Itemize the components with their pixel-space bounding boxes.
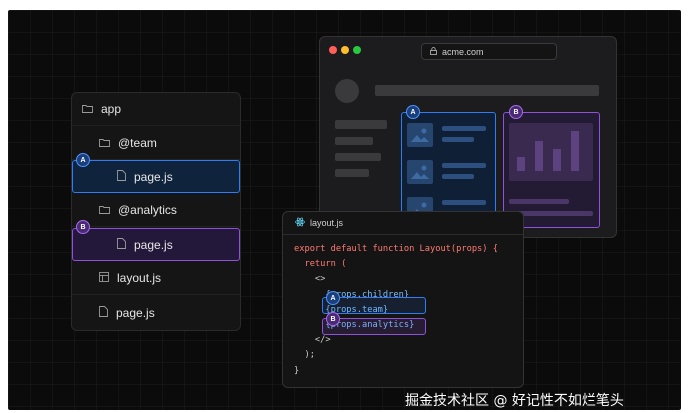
minimize-dot — [341, 46, 349, 54]
nav-placeholder — [335, 153, 381, 161]
slot-a-badge: A — [326, 291, 340, 305]
code-line: </> — [294, 335, 331, 346]
tree-label: @analytics — [118, 203, 177, 217]
file-icon — [117, 169, 126, 184]
file-icon — [99, 305, 108, 320]
file-icon — [117, 237, 126, 252]
code-line: ); — [294, 350, 315, 361]
image-icon — [407, 160, 433, 184]
slot-b-badge: B — [326, 312, 340, 326]
bar-chart-icon — [509, 123, 593, 181]
header-placeholder — [375, 85, 599, 96]
tree-label: page.js — [116, 305, 155, 320]
tree-label: layout.js — [117, 271, 162, 285]
folder-icon — [99, 203, 110, 217]
tree-row-team-page[interactable]: page.js — [72, 160, 240, 193]
tree-row-root-page[interactable]: page.js — [72, 296, 240, 329]
line-placeholder — [442, 137, 474, 142]
code-line: } — [294, 365, 300, 376]
tree-label: @team — [118, 136, 157, 150]
tree-label: page.js — [134, 237, 173, 252]
tree-label: page.js — [134, 169, 173, 184]
code-line: return ( — [294, 259, 347, 270]
watermark: 掘金技术社区 @ 好记性不如烂笔头 — [405, 393, 624, 409]
tree-row-layout[interactable]: layout.js — [72, 262, 240, 295]
slot-b-badge: B — [76, 220, 90, 234]
folder-icon — [82, 102, 93, 116]
code-filename: layout.js — [310, 218, 344, 228]
nav-placeholder — [335, 137, 373, 145]
lock-icon — [430, 46, 437, 57]
avatar-placeholder — [335, 79, 359, 103]
line-placeholder — [442, 126, 486, 131]
code-window-header: layout.js — [283, 212, 523, 235]
react-icon — [295, 217, 305, 229]
tree-label: app — [101, 102, 122, 116]
tree-row-app[interactable]: app — [72, 93, 240, 126]
close-dot — [329, 46, 337, 54]
line-placeholder — [442, 163, 486, 168]
nav-placeholder — [335, 169, 369, 177]
diagram-canvas: app @team page.js @analytics page.js lay… — [8, 10, 681, 410]
url-text: acme.com — [442, 46, 484, 57]
slot-a-badge: A — [76, 153, 90, 167]
folder-icon — [99, 136, 110, 150]
layout-file-icon — [99, 271, 109, 285]
tree-row-team[interactable]: @team — [72, 127, 240, 160]
code-line: export default function Layout(props) { — [294, 244, 498, 254]
nav-placeholder — [335, 120, 387, 129]
slot-b-badge: B — [509, 105, 523, 119]
slot-a-badge: A — [406, 105, 420, 119]
file-tree: app @team page.js @analytics page.js lay… — [71, 92, 241, 331]
line-placeholder — [442, 200, 486, 205]
tree-row-analytics[interactable]: @analytics — [72, 194, 240, 227]
browser-window: acme.com A B — [319, 36, 617, 238]
line-placeholder — [509, 199, 569, 204]
image-icon — [407, 123, 433, 147]
maximize-dot — [353, 46, 361, 54]
address-bar[interactable]: acme.com — [421, 43, 557, 60]
code-line: <> — [294, 274, 326, 285]
tree-row-analytics-page[interactable]: page.js — [72, 228, 240, 261]
line-placeholder — [442, 174, 474, 179]
